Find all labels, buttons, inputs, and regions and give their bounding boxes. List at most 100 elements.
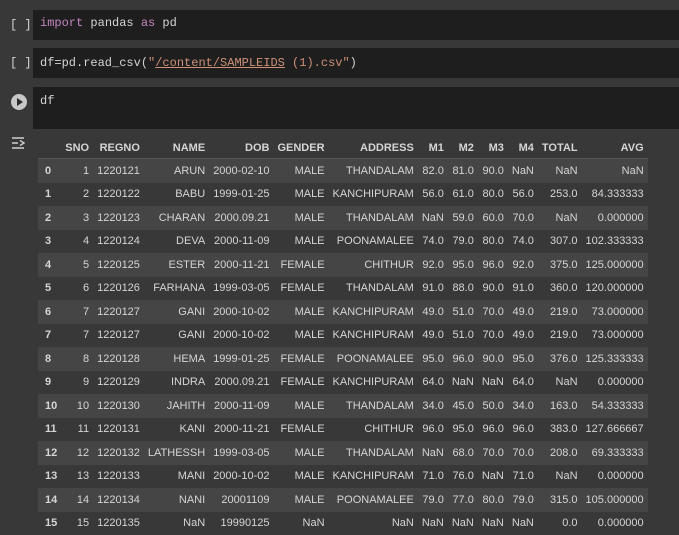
table-cell: POONAMALEE bbox=[329, 230, 418, 254]
table-cell: 96.0 bbox=[418, 418, 448, 442]
table-cell: 80.0 bbox=[478, 488, 508, 512]
table-cell: 1220129 bbox=[93, 371, 144, 395]
code-token: pd bbox=[155, 16, 177, 30]
table-cell: 96.0 bbox=[478, 418, 508, 442]
table-row: 15151220135NaN19990125NaNNaNNaNNaNNaNNaN… bbox=[38, 512, 648, 535]
table-cell: NaN bbox=[418, 441, 448, 465]
table-cell: NaN bbox=[448, 512, 478, 535]
table-cell: NaN bbox=[478, 371, 508, 395]
table-row: 561220126FARHANA1999-03-05FEMALETHANDALA… bbox=[38, 277, 648, 301]
table-row: 881220128HEMA1999-01-25FEMALEPOONAMALEE9… bbox=[38, 347, 648, 371]
table-cell: 73.000000 bbox=[582, 324, 648, 348]
table-cell: KANCHIPURAM bbox=[329, 371, 418, 395]
cell-exec-indicator[interactable]: [ ] bbox=[10, 56, 32, 70]
table-cell: CHITHUR bbox=[329, 253, 418, 277]
table-cell: 56.0 bbox=[508, 183, 538, 207]
table-cell: KANCHIPURAM bbox=[329, 300, 418, 324]
column-header: M2 bbox=[448, 138, 478, 159]
table-cell: FEMALE bbox=[273, 277, 328, 301]
table-cell: NaN bbox=[538, 465, 582, 489]
table-cell: 92.0 bbox=[418, 253, 448, 277]
table-cell: NaN bbox=[538, 206, 582, 230]
table-cell: 49.0 bbox=[418, 324, 448, 348]
code-cell-3[interactable]: df bbox=[0, 87, 679, 129]
table-cell: 50.0 bbox=[478, 394, 508, 418]
column-header: ADDRESS bbox=[329, 138, 418, 159]
table-cell: 49.0 bbox=[508, 300, 538, 324]
row-index: 4 bbox=[38, 253, 61, 277]
run-cell-icon[interactable] bbox=[11, 94, 27, 110]
table-row: 14141220134NANI20001109MALEPOONAMALEE79.… bbox=[38, 488, 648, 512]
table-cell: 69.333333 bbox=[582, 441, 648, 465]
table-cell: 70.0 bbox=[508, 206, 538, 230]
row-index: 11 bbox=[38, 418, 61, 442]
table-cell: 51.0 bbox=[448, 300, 478, 324]
table-cell: KANCHIPURAM bbox=[329, 183, 418, 207]
table-cell: 71.0 bbox=[508, 465, 538, 489]
table-row: 991220129INDRA2000.09.21FEMALEKANCHIPURA… bbox=[38, 371, 648, 395]
table-cell: CHITHUR bbox=[329, 418, 418, 442]
table-cell: 253.0 bbox=[538, 183, 582, 207]
table-cell: NaN bbox=[538, 371, 582, 395]
table-row: 121220122BABU1999-01-25MALEKANCHIPURAM56… bbox=[38, 183, 648, 207]
table-cell: 3 bbox=[61, 206, 93, 230]
table-cell: 76.0 bbox=[448, 465, 478, 489]
table-cell: 34.0 bbox=[418, 394, 448, 418]
table-cell: 1220135 bbox=[93, 512, 144, 535]
table-cell: 219.0 bbox=[538, 324, 582, 348]
table-cell: MANI bbox=[144, 465, 209, 489]
row-index: 5 bbox=[38, 277, 61, 301]
table-cell: 34.0 bbox=[508, 394, 538, 418]
column-header: DOB bbox=[209, 138, 273, 159]
table-cell: 8 bbox=[61, 347, 93, 371]
table-cell: 2000-10-02 bbox=[209, 465, 273, 489]
column-header: M1 bbox=[418, 138, 448, 159]
cell-exec-indicator[interactable]: [ ] bbox=[10, 18, 32, 32]
code-editor[interactable]: df=pd.read_csv("/content/SAMPLEIDS (1).c… bbox=[33, 48, 679, 78]
table-cell: 1 bbox=[61, 159, 93, 183]
table-cell: 79.0 bbox=[448, 230, 478, 254]
table-cell: 68.0 bbox=[448, 441, 478, 465]
code-cell-1[interactable]: [ ] import pandas as pd bbox=[0, 10, 679, 40]
row-index: 7 bbox=[38, 324, 61, 348]
table-cell: KANCHIPURAM bbox=[329, 324, 418, 348]
table-cell: NaN bbox=[144, 512, 209, 535]
table-cell: 54.333333 bbox=[582, 394, 648, 418]
table-cell: ESTER bbox=[144, 253, 209, 277]
table-cell: 1220122 bbox=[93, 183, 144, 207]
table-cell: 71.0 bbox=[418, 465, 448, 489]
table-cell: THANDALAM bbox=[329, 206, 418, 230]
table-cell: GANI bbox=[144, 300, 209, 324]
table-cell: DEVA bbox=[144, 230, 209, 254]
table-cell: 56.0 bbox=[418, 183, 448, 207]
dataframe-output: SNOREGNONAMEDOBGENDERADDRESSM1M2M3M4TOTA… bbox=[38, 138, 648, 535]
output-toggle-icon[interactable] bbox=[10, 136, 28, 150]
table-cell: 70.0 bbox=[478, 324, 508, 348]
code-editor[interactable]: df bbox=[33, 87, 679, 129]
code-cell-2[interactable]: [ ] df=pd.read_csv("/content/SAMPLEIDS (… bbox=[0, 48, 679, 78]
table-cell: THANDALAM bbox=[329, 277, 418, 301]
table-cell: MALE bbox=[273, 441, 328, 465]
table-cell: 95.0 bbox=[418, 347, 448, 371]
table-row: 341220124DEVA2000-11-09MALEPOONAMALEE74.… bbox=[38, 230, 648, 254]
table-cell: LATHESSH bbox=[144, 441, 209, 465]
table-cell: 90.0 bbox=[478, 159, 508, 183]
column-header: SNO bbox=[61, 138, 93, 159]
table-row: 10101220130JAHITH2000-11-09MALETHANDALAM… bbox=[38, 394, 648, 418]
column-header: M3 bbox=[478, 138, 508, 159]
table-cell: 4 bbox=[61, 230, 93, 254]
table-cell: 2000-11-21 bbox=[209, 418, 273, 442]
table-cell: 49.0 bbox=[508, 324, 538, 348]
table-cell: 2000-02-10 bbox=[209, 159, 273, 183]
table-cell: FARHANA bbox=[144, 277, 209, 301]
code-line: import pandas as pd bbox=[40, 16, 177, 30]
column-header: AVG bbox=[582, 138, 648, 159]
table-cell: 90.0 bbox=[478, 347, 508, 371]
code-editor[interactable]: import pandas as pd bbox=[33, 10, 679, 40]
table-cell: 360.0 bbox=[538, 277, 582, 301]
table-cell: 70.0 bbox=[508, 441, 538, 465]
table-cell: FEMALE bbox=[273, 371, 328, 395]
row-index: 1 bbox=[38, 183, 61, 207]
table-cell: 96.0 bbox=[478, 253, 508, 277]
table-cell: 125.333333 bbox=[582, 347, 648, 371]
